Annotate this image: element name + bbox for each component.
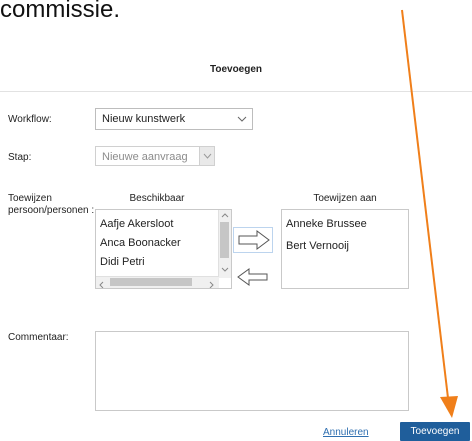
scroll-up-icon[interactable] <box>221 211 229 221</box>
cancel-link[interactable]: Annuleren <box>323 427 369 438</box>
horizontal-scrollbar[interactable] <box>96 276 219 288</box>
assign-label-line2: persoon/personen : <box>8 205 95 216</box>
workflow-label: Workflow: <box>8 114 52 125</box>
list-item[interactable]: Anneke Brussee <box>282 215 408 234</box>
dialog-title: Toevoegen <box>209 64 263 75</box>
submit-button[interactable]: Toevoegen <box>400 422 470 441</box>
title-divider <box>0 91 472 92</box>
scroll-left-icon[interactable] <box>98 277 106 288</box>
arrow-left-icon <box>237 268 268 286</box>
chevron-down-icon <box>237 109 247 137</box>
comment-textarea[interactable] <box>95 331 409 411</box>
step-select: Nieuwe aanvraag <box>95 146 215 166</box>
workflow-select[interactable]: Nieuw kunstwerk <box>95 108 253 130</box>
vertical-scrollbar[interactable] <box>218 210 231 278</box>
move-right-button[interactable] <box>233 227 273 253</box>
chevron-down-icon <box>199 147 214 165</box>
step-select-value: Nieuwe aanvraag <box>102 151 188 163</box>
list-item[interactable]: Didi Petri <box>96 253 231 272</box>
step-label: Stap: <box>8 152 32 163</box>
move-left-button[interactable] <box>236 267 270 287</box>
scrollbar-thumb[interactable] <box>110 278 192 286</box>
assign-label-line1: Toewijzen <box>8 193 52 204</box>
list-item[interactable]: Bert Vernooij <box>282 237 408 256</box>
assigned-header: Toewijzen aan <box>313 193 377 204</box>
scroll-down-icon[interactable] <box>221 266 229 276</box>
available-listbox[interactable]: Aafje Akersloot Anca Boonacker Didi Petr… <box>95 209 232 289</box>
scroll-right-icon[interactable] <box>207 277 215 288</box>
comment-label: Commentaar: <box>8 332 69 343</box>
scrollbar-thumb[interactable] <box>220 222 229 258</box>
assigned-listbox[interactable]: Anneke Brussee Bert Vernooij <box>281 209 409 289</box>
page-heading-fragment: commissie. <box>0 0 121 23</box>
arrow-right-icon <box>233 227 273 253</box>
workflow-select-value: Nieuw kunstwerk <box>102 113 186 125</box>
list-item[interactable]: Aafje Akersloot <box>96 215 231 234</box>
available-header: Beschikbaar <box>129 193 185 204</box>
list-item[interactable]: Anca Boonacker <box>96 234 231 253</box>
